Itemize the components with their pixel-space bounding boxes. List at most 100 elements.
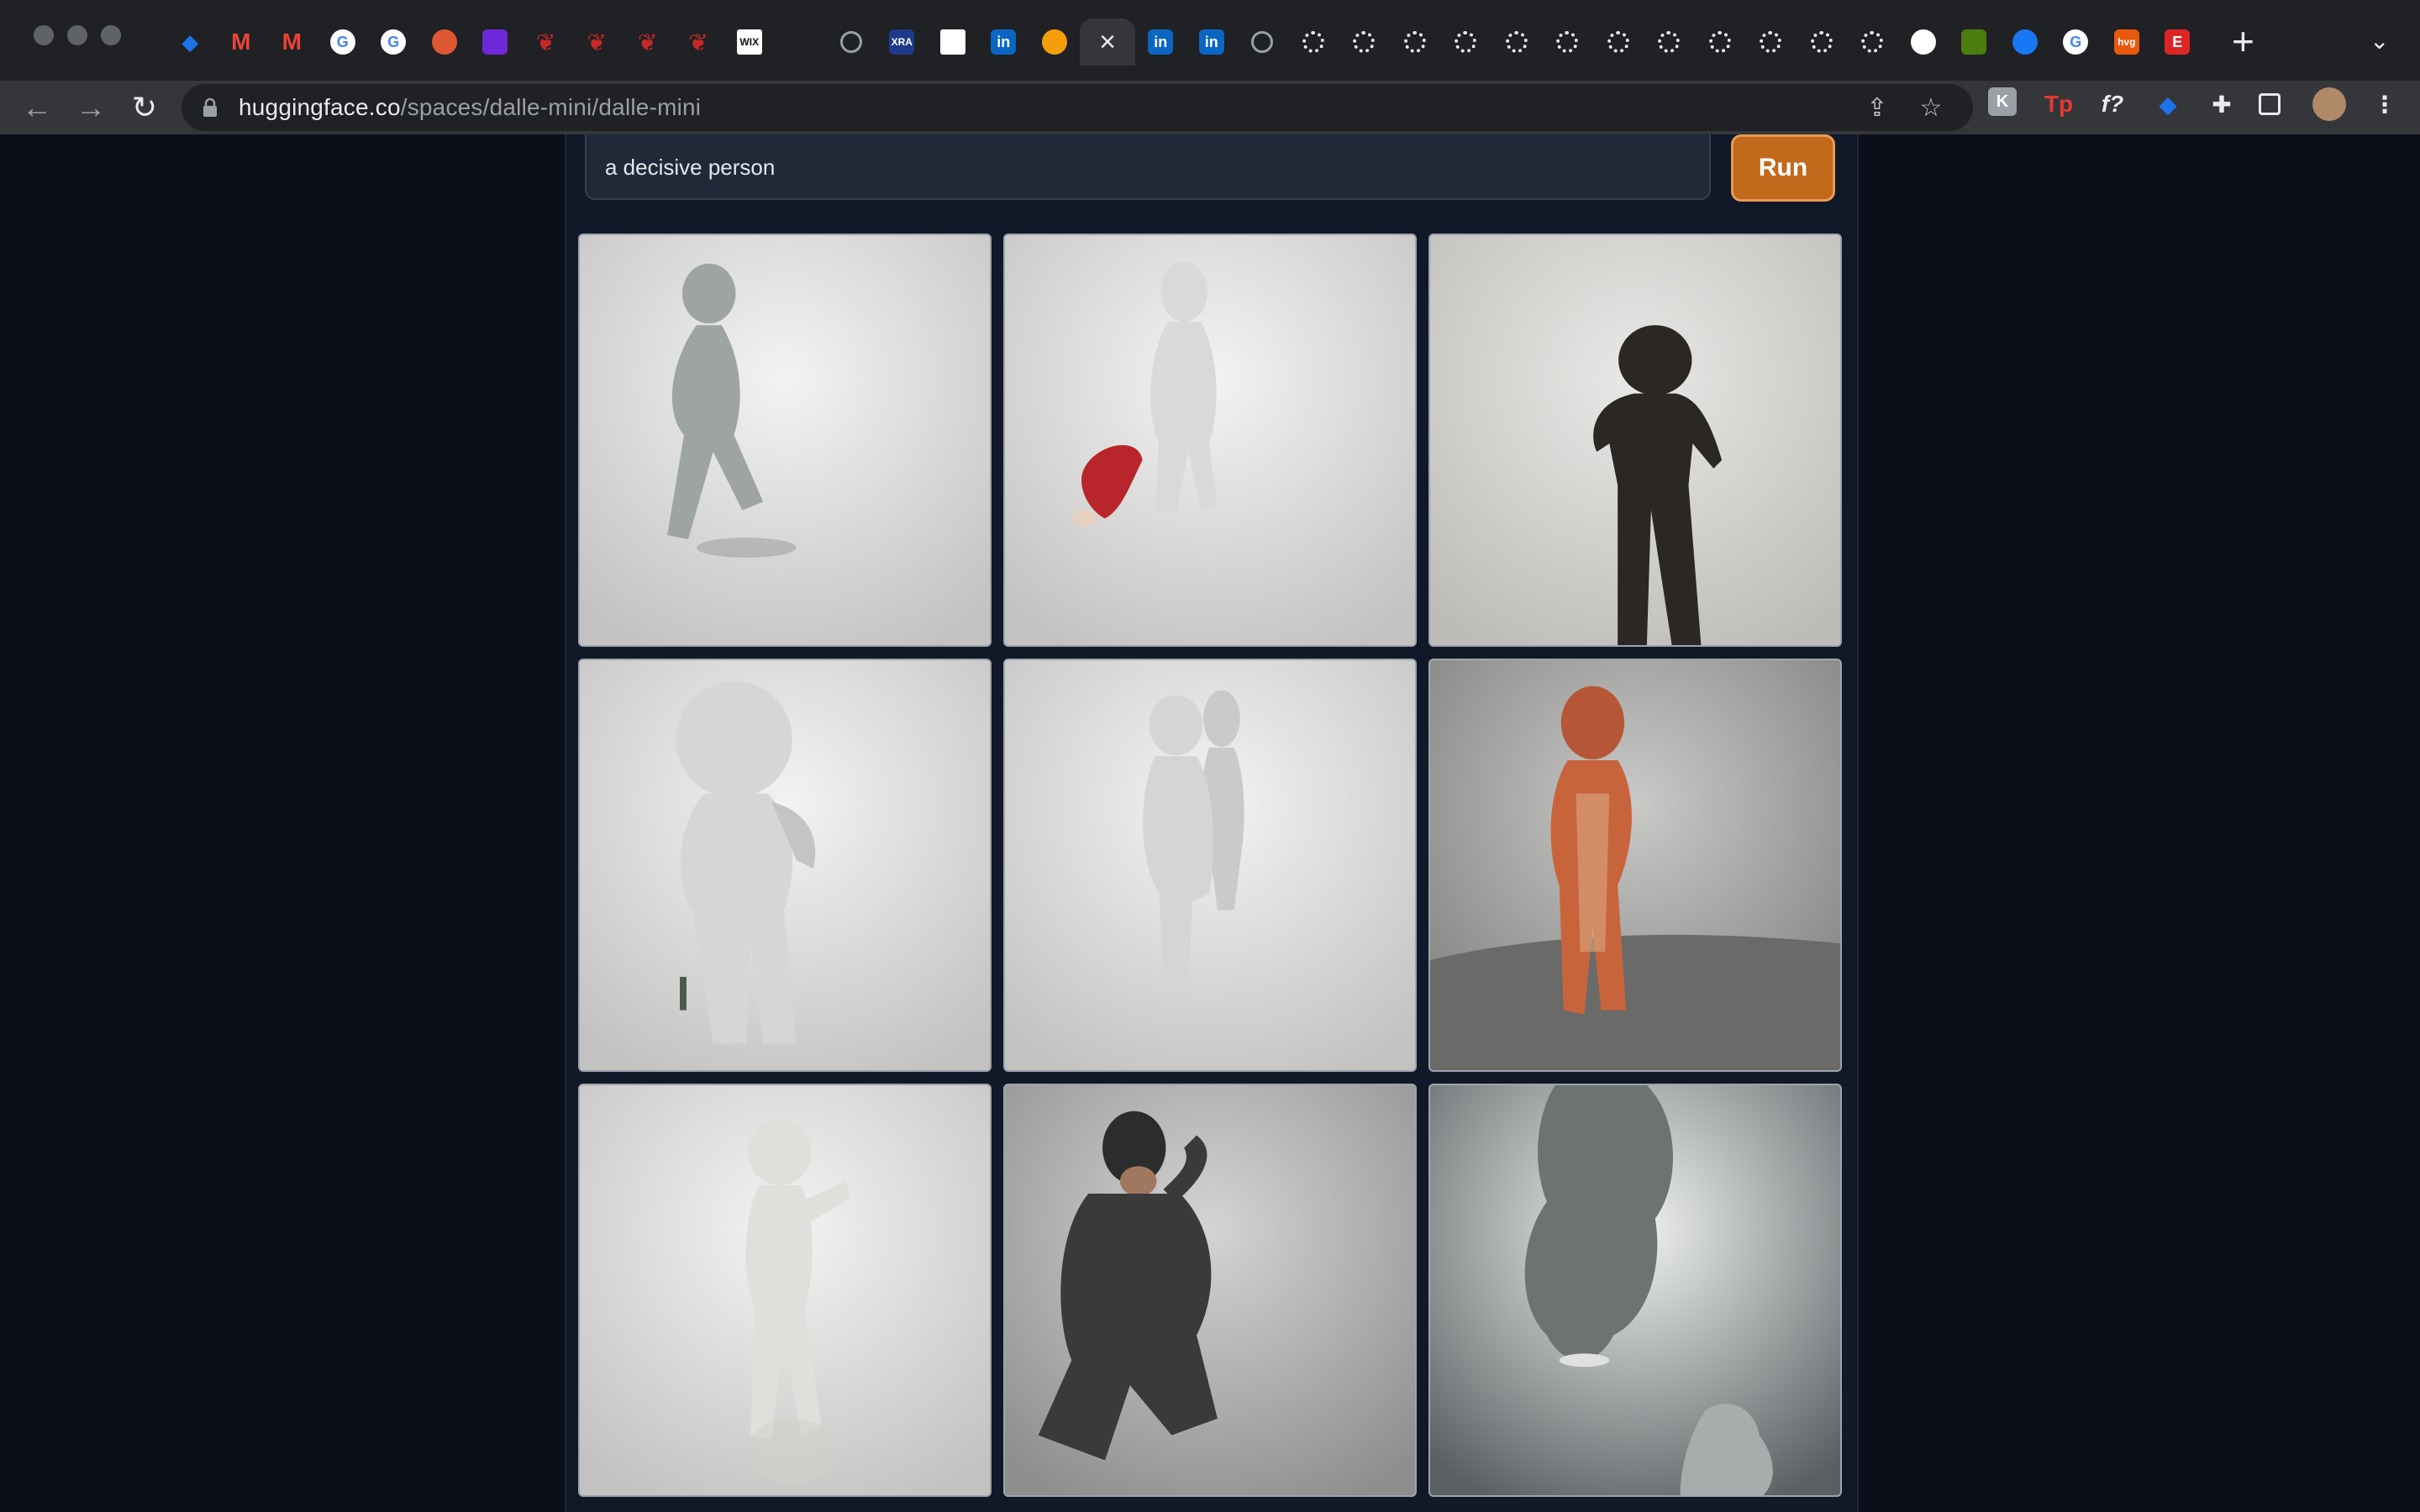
browser-tab[interactable]: G <box>318 18 369 66</box>
gear-icon <box>1708 31 1731 53</box>
wix-icon: WIX <box>736 29 762 55</box>
browser-tab[interactable] <box>1440 18 1491 66</box>
red-logo-icon: ❦ <box>688 29 708 55</box>
browser-tab[interactable]: ❦ <box>673 18 724 66</box>
function-extension-icon[interactable]: f? <box>2096 87 2129 121</box>
generated-image-7[interactable] <box>578 1084 992 1497</box>
browser-tab[interactable]: E <box>2152 18 2203 66</box>
close-window-button[interactable] <box>34 25 54 45</box>
browser-tab[interactable]: M <box>216 18 267 66</box>
close-tab-icon[interactable]: × <box>1099 28 1116 56</box>
browser-tab[interactable] <box>2000 18 2051 66</box>
browser-tab[interactable] <box>1898 18 1949 66</box>
browser-tab[interactable]: M <box>266 18 318 66</box>
browser-tab[interactable] <box>1288 18 1339 66</box>
white-square-icon <box>939 29 965 55</box>
browser-tab[interactable] <box>826 18 877 66</box>
tab-list: ◆ M M G G ❦ ❦ ❦ ❦ WIX XRA in × in in Ghvg E <box>165 18 2203 66</box>
browser-tab[interactable] <box>1949 18 2000 66</box>
gem-icon: ◆ <box>182 29 199 55</box>
browser-tab[interactable] <box>1390 18 1441 66</box>
gem-extension-icon[interactable]: ◆ <box>2151 87 2185 121</box>
browser-tab[interactable]: ❦ <box>623 18 674 66</box>
browser-tab[interactable] <box>1237 18 1288 66</box>
gear-icon <box>1455 31 1477 53</box>
minimize-window-button[interactable] <box>67 25 87 45</box>
google-icon: G <box>2063 29 2089 55</box>
back-button[interactable]: ← <box>17 87 57 128</box>
browser-tab[interactable] <box>1491 18 1543 66</box>
generated-image-1[interactable] <box>578 234 992 647</box>
linkedin-icon: in <box>1198 29 1224 55</box>
browser-tab[interactable] <box>1695 18 1746 66</box>
browser-tab[interactable]: ❦ <box>571 18 623 66</box>
browser-tab[interactable] <box>1029 18 1081 66</box>
browser-tab[interactable]: hvg <box>2102 18 2153 66</box>
gear-icon <box>1505 31 1528 53</box>
browser-tab[interactable] <box>470 18 521 66</box>
browser-tab[interactable]: WIX <box>724 18 776 66</box>
window-controls <box>34 25 121 45</box>
browser-tab[interactable]: in <box>978 18 1029 66</box>
gear-icon <box>1302 31 1324 53</box>
tp-extension-icon[interactable]: Tp <box>2042 87 2075 121</box>
generated-image-6[interactable] <box>1428 659 1842 1072</box>
browser-tab[interactable]: × <box>1080 18 1135 66</box>
prompt-input[interactable]: a decisive person <box>585 134 1711 200</box>
run-button[interactable]: Run <box>1731 134 1835 202</box>
reload-icon: ↻ <box>131 90 158 124</box>
google-icon: G <box>381 29 407 55</box>
profile-avatar[interactable] <box>2312 87 2346 121</box>
generated-image-4[interactable] <box>578 659 992 1072</box>
browser-tab[interactable] <box>1745 18 1797 66</box>
generated-image-9[interactable] <box>1428 1084 1842 1497</box>
browser-tab[interactable] <box>1644 18 1695 66</box>
gear-icon <box>1658 31 1681 53</box>
zoom-window-button[interactable] <box>101 25 121 45</box>
share-icon[interactable]: ⇪ <box>1862 92 1892 123</box>
forward-button[interactable]: → <box>71 87 111 128</box>
url-host: huggingface.co <box>239 94 401 120</box>
xra-icon: XRA <box>889 29 915 55</box>
generated-image-8[interactable] <box>1003 1084 1417 1497</box>
generated-image-3[interactable] <box>1428 234 1842 647</box>
browser-tab[interactable]: G <box>368 18 419 66</box>
browser-tab[interactable]: in <box>1135 18 1186 66</box>
linkedin-icon: in <box>991 29 1017 55</box>
e-icon: E <box>2165 29 2191 55</box>
new-tab-button[interactable]: + <box>2232 22 2254 60</box>
browser-tab[interactable] <box>928 18 979 66</box>
purple-app-icon <box>482 29 508 55</box>
browser-tab[interactable]: XRA <box>876 18 928 66</box>
browser-tab[interactable] <box>775 18 826 66</box>
browser-tab[interactable] <box>1339 18 1390 66</box>
browser-tab[interactable] <box>1797 18 1848 66</box>
arrow-left-icon: ← <box>22 90 52 124</box>
browser-tab[interactable] <box>1593 18 1644 66</box>
browser-tab[interactable]: ❦ <box>521 18 572 66</box>
browser-tab[interactable] <box>1542 18 1593 66</box>
browser-tab[interactable] <box>419 18 471 66</box>
hvg-icon: hvg <box>2113 29 2139 55</box>
address-bar[interactable]: huggingface.co/spaces/dalle-mini/dalle-m… <box>182 84 1973 131</box>
kebab-menu-icon[interactable]: ⋮ <box>2368 87 2402 121</box>
bookmark-star-icon[interactable]: ☆ <box>1916 92 1946 123</box>
generated-image-5[interactable] <box>1003 659 1417 1072</box>
red-logo-icon: ❦ <box>587 29 607 55</box>
k-extension-icon[interactable]: K <box>1988 87 2017 116</box>
tab-search-chevron-icon[interactable]: ⌄ <box>2370 27 2389 55</box>
browser-tab[interactable]: ◆ <box>165 18 216 66</box>
puzzle-icon[interactable]: ✚ <box>2205 87 2238 121</box>
blank-icon <box>787 29 813 55</box>
browser-tab[interactable]: G <box>2050 18 2102 66</box>
arrow-right-icon: → <box>76 90 106 124</box>
gear-icon <box>1810 31 1833 53</box>
generated-image-2[interactable] <box>1003 234 1417 647</box>
gear-icon <box>1556 31 1579 53</box>
browser-tab[interactable]: in <box>1186 18 1238 66</box>
reload-button[interactable]: ↻ <box>124 87 165 128</box>
gear-icon <box>1861 31 1884 53</box>
browser-tab[interactable] <box>1847 18 1898 66</box>
sidepanel-icon[interactable] <box>2259 93 2281 115</box>
gear-icon <box>1403 31 1426 53</box>
